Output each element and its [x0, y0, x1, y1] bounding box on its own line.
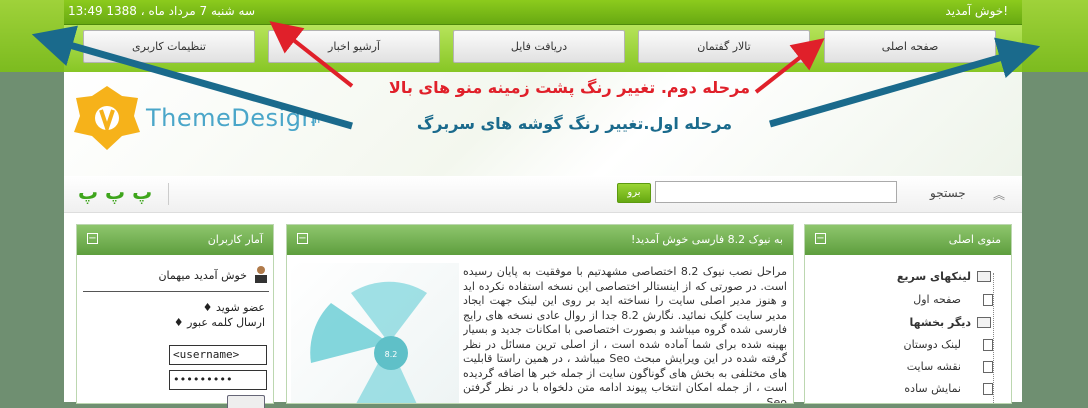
tree-site-map[interactable]: نقشه سایت: [907, 360, 961, 373]
folder-icon: [977, 317, 991, 328]
collapse-icon[interactable]: −: [815, 233, 826, 244]
radiation-badge-icon: 8.2: [310, 281, 427, 408]
folder-icon: [977, 271, 991, 282]
search-input[interactable]: [655, 181, 897, 203]
main-menu-box: منوی اصلی − لینکهای سریع صفحه اول دیگر ب…: [804, 224, 1012, 404]
welcome-body-text: مراحل نصب نیوک 8.2 اختصاصی مشهدتیم با مو…: [463, 265, 787, 403]
forgot-password-label: ارسال کلمه عبور: [187, 316, 265, 329]
nuke-logo-image: 8.2: [291, 263, 459, 408]
red-arrow-right-icon: [754, 38, 825, 94]
file-icon: [983, 294, 993, 306]
user-stats-title: آمار کاربران: [207, 233, 263, 246]
divider: [83, 291, 269, 292]
file-icon: [983, 361, 993, 373]
user-stats-header: آمار کاربران −: [77, 225, 273, 255]
toolbar-divider: [168, 183, 169, 205]
version-badge: 8.2: [385, 350, 398, 359]
register-link[interactable]: عضو شوید ♦: [203, 301, 265, 314]
main-menu-header: منوی اصلی −: [805, 225, 1011, 255]
double-chevron-up-icon[interactable]: ︽: [993, 186, 1005, 203]
guest-welcome-text: خوش آمدید میهمان: [158, 269, 247, 282]
collapse-icon[interactable]: −: [87, 233, 98, 244]
username-field[interactable]: <username>: [169, 345, 267, 365]
tree-quick-links[interactable]: لینکهای سریع: [897, 270, 971, 283]
collapse-icon[interactable]: −: [297, 233, 308, 244]
user-avatar-icon: [255, 266, 267, 283]
search-label: جستجو: [930, 186, 966, 200]
search-go-button[interactable]: برو: [617, 183, 651, 203]
tree-other-sections[interactable]: دیگر بخشها: [910, 316, 972, 329]
welcome-box-header: به نیوک 8.2 فارسی خوش آمدید! −: [287, 225, 793, 255]
blue-arrow-right-icon: [769, 37, 1041, 128]
red-arrow-left-icon: [269, 21, 354, 88]
welcome-box-title: به نیوک 8.2 فارسی خوش آمدید!: [630, 233, 783, 246]
register-link-label: عضو شوید: [215, 301, 265, 314]
file-icon: [983, 339, 993, 351]
tree-home-link[interactable]: صفحه اول: [913, 293, 961, 306]
file-icon: [983, 383, 993, 395]
font-size-letters[interactable]: پ پ پ: [78, 180, 152, 204]
welcome-box: به نیوک 8.2 فارسی خوش آمدید! − 8.2 مراحل…: [286, 224, 794, 408]
main-menu-title: منوی اصلی: [948, 233, 1001, 246]
tree-simple-view[interactable]: نمایش ساده: [904, 382, 961, 395]
password-field[interactable]: •••••••••: [169, 370, 267, 390]
tree-friends-links[interactable]: لینک دوستان: [903, 338, 961, 351]
tree-line: [993, 273, 995, 403]
user-stats-box: آمار کاربران − خوش آمدید میهمان عضو شوید…: [76, 224, 274, 408]
forgot-password-link[interactable]: ارسال کلمه عبور ♦: [174, 316, 265, 329]
